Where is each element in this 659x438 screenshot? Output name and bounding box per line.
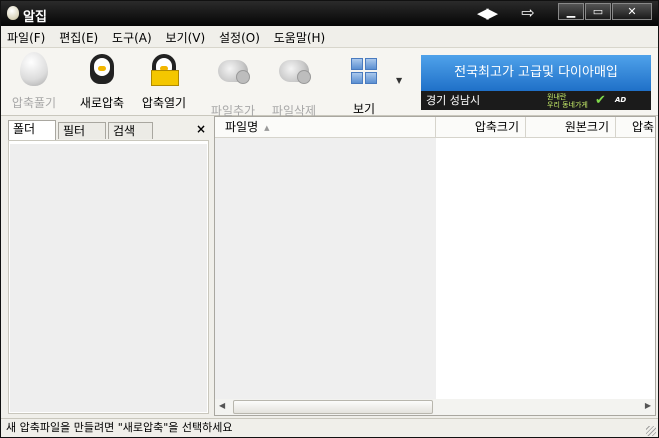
ad-footer: 경기 성남시 원내란 우리 동네가게 ✔ AD LOCAL [421,91,651,123]
scroll-thumb[interactable] [233,400,433,414]
delete-file-button[interactable]: 파일삭제 [263,52,325,119]
scroll-right-icon[interactable]: ▶ [645,401,651,410]
penguin-open-icon [146,52,182,88]
ad-banner[interactable]: 전국최고가 고급및 다이아매입 경기 성남시 원내란 우리 동네가게 ✔ AD … [421,55,651,123]
menu-bar: 파일(F) 편집(E) 도구(A) 보기(V) 설정(O) 도움말(H) [1,26,658,48]
switch-view-icon[interactable]: ⇨ [515,4,541,22]
add-file-icon [215,60,251,96]
open-archive-label: 압축열기 [141,96,187,110]
ad-headline: 전국최고가 고급및 다이아매입 [421,55,651,91]
title-bar[interactable]: 알집 ◀▶ ⇨ ▁ ▭ ✕ [1,1,658,26]
new-archive-button[interactable]: 새로압축 [71,52,133,111]
menu-edit[interactable]: 편집(E) [53,26,102,46]
ad-logo-text: 원내란 우리 동네가게 [547,93,588,109]
checkmark-icon: ✔ [595,93,606,108]
filename-column-area [215,138,436,402]
scroll-left-icon[interactable]: ◀ [219,401,225,410]
add-file-button[interactable]: 파일추가 [202,52,264,119]
alzip-egg-icon [7,6,19,20]
menu-settings[interactable]: 설정(O) [213,26,264,46]
resize-grip-icon[interactable] [646,426,656,436]
column-filename[interactable]: 파일명 ▲ [215,117,436,137]
ad-region: 경기 성남시 [426,94,481,107]
status-bar: 새 압축파일을 만들려면 "새로압축"을 선택하세요 [1,418,658,437]
column-header: 파일명 ▲ 압축크기 원본크기 압축 [215,117,655,138]
tab-folder[interactable]: 폴더 [8,120,56,141]
column-compressed-size[interactable]: 압축크기 [436,117,526,137]
left-panel-tabs: 폴더 필터 검색 × [8,120,211,141]
tab-filter[interactable]: 필터 [58,122,106,139]
delete-file-icon [276,60,312,96]
file-list[interactable]: 파일명 ▲ 압축크기 원본크기 압축 ◀ ▶ [214,116,656,416]
app-window: 알집 ◀▶ ⇨ ▁ ▭ ✕ 파일(F) 편집(E) 도구(A) 보기(V) 설정… [0,0,659,438]
window-title: 알집 [23,10,47,25]
sort-asc-icon: ▲ [264,124,270,132]
menu-tools[interactable]: 도구(A) [106,26,156,46]
view-label: 보기 [352,102,376,116]
tab-search[interactable]: 검색 [108,122,153,139]
new-archive-label: 새로압축 [79,96,125,110]
menu-view[interactable]: 보기(V) [160,26,210,46]
close-panel-icon[interactable]: × [196,122,206,136]
view-button[interactable]: 보기 [333,52,395,117]
extract-button[interactable]: 압축풀기 [3,52,65,111]
left-panel: 폴더 필터 검색 × [6,118,211,414]
extract-label: 압축풀기 [11,96,57,110]
egg-icon [16,52,52,88]
open-archive-button[interactable]: 압축열기 [133,52,195,111]
close-button[interactable]: ✕ [612,3,652,20]
menu-file[interactable]: 파일(F) [1,26,49,46]
horizontal-scrollbar[interactable]: ◀ ▶ [215,399,655,415]
column-original-size[interactable]: 원본크기 [526,117,616,137]
maximize-button[interactable]: ▭ [585,3,611,20]
column-ratio[interactable]: 압축 [616,117,655,137]
left-right-arrows-icon[interactable]: ◀▶ [477,4,501,22]
menu-help[interactable]: 도움말(H) [268,26,330,46]
minimize-button[interactable]: ▁ [558,3,584,20]
status-text: 새 압축파일을 만들려면 "새로압축"을 선택하세요 [6,421,233,434]
view-dropdown-arrow-icon[interactable]: ▼ [396,76,402,85]
toolbar: 압축풀기 새로압축 압축열기 파일추가 파일삭제 보기 ▼ 전국최고가 고급및 … [1,48,658,123]
folder-tree[interactable] [8,140,209,414]
view-grid-icon [346,58,382,94]
penguin-new-icon [84,52,120,88]
